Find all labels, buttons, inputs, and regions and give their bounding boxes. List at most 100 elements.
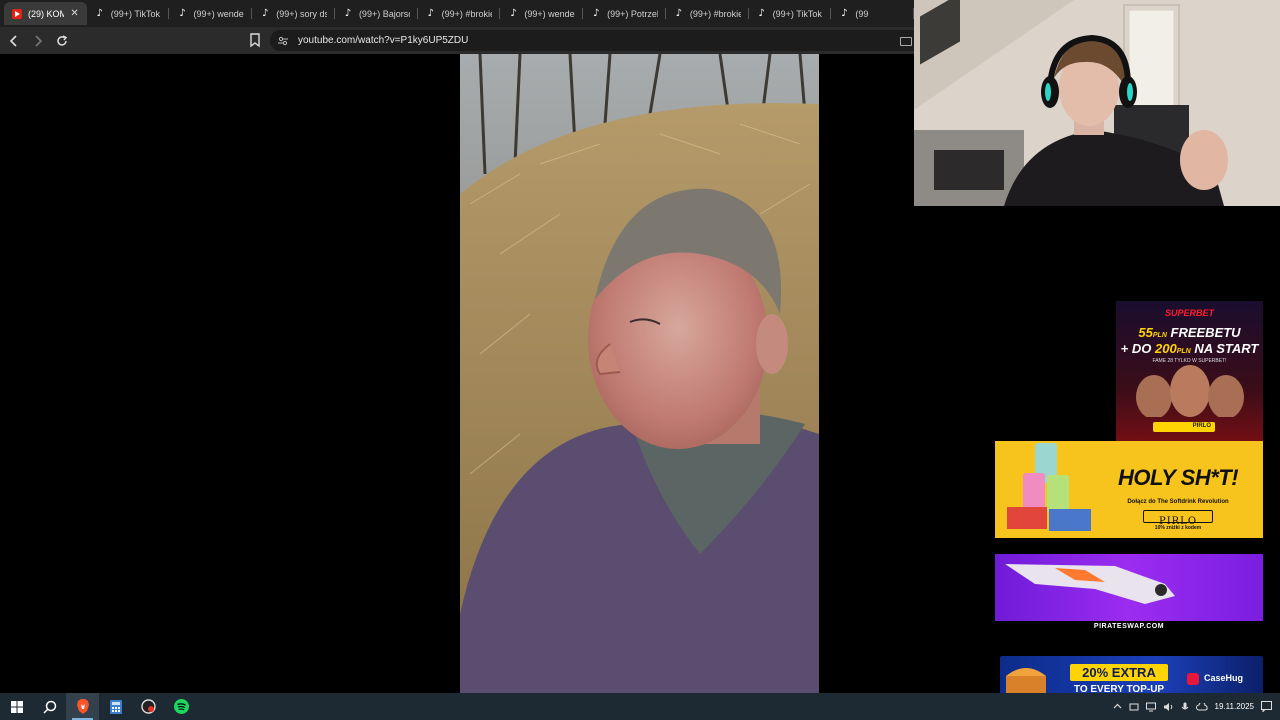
tab-title: (99+) #brokies	[441, 8, 493, 19]
cast-icon[interactable]	[900, 37, 912, 46]
rifle-body	[1005, 564, 1175, 604]
cloud-icon[interactable]	[1195, 702, 1208, 711]
chest-lid	[1006, 668, 1046, 676]
forward-button[interactable]	[28, 31, 48, 51]
superbet-code-box: PIRLO	[1153, 422, 1215, 432]
tab-title: (99+) wendered	[193, 8, 244, 19]
fighter-left	[1136, 375, 1172, 417]
superbet-line2-amount: 200	[1154, 341, 1177, 356]
chevron-right-icon	[35, 34, 43, 47]
casehug-line1: 20% EXTRA	[1082, 665, 1156, 680]
headset-right-light	[1127, 83, 1133, 101]
windows-logo-icon	[10, 700, 23, 713]
browser-tab-strip: (29) KOM ✕ ♪ (99+) TikTok - M ♪ (99+) wendere…	[0, 0, 914, 27]
tab-title: (99+) sory dswi	[276, 8, 327, 19]
superbet-ad[interactable]: SUPERBET 55PLN FREEBETU + DO 200PLN NA S…	[1116, 301, 1263, 448]
tab-title: (99+) Potrzeba	[607, 8, 658, 19]
close-tab-icon[interactable]: ✕	[70, 8, 78, 19]
reload-icon	[57, 34, 68, 46]
brave-lion-icon	[76, 699, 89, 714]
drink-cans-image	[1007, 443, 1091, 531]
video-player[interactable]	[460, 54, 819, 693]
tab[interactable]: ♪ (99	[831, 2, 914, 25]
network-icon[interactable]	[1145, 702, 1156, 712]
tiktok-icon: ♪	[179, 7, 186, 19]
search-icon	[42, 700, 56, 714]
tiktok-icon: ♪	[758, 7, 765, 19]
can-2	[1023, 473, 1045, 511]
pirateswap-ad[interactable]	[995, 554, 1263, 621]
superbet-line1: 55PLN FREEBETU	[1116, 325, 1263, 340]
holy-discount: 10% zniżki z kodem	[1154, 525, 1202, 531]
casehug-brand: CaseHug	[1204, 673, 1244, 683]
windows-taskbar: 19.11.2025	[0, 693, 1280, 720]
superbet-line1-text: FREEBETU	[1170, 325, 1241, 340]
clock-date[interactable]: 19.11.2025	[1215, 702, 1254, 711]
fighter-center	[1170, 365, 1210, 417]
tab[interactable]: ♪ (99+) #brokiest	[666, 2, 749, 25]
browser-toolbar: youtube.com/watch?v=P1ky6UP5ZDU	[0, 27, 914, 54]
tiktok-icon: ♪	[344, 7, 352, 19]
youtube-icon	[12, 8, 22, 19]
taskbar-recorder-app[interactable]	[132, 693, 165, 720]
tab[interactable]: ♪ (99+) TikTok - M	[749, 2, 832, 25]
tiktok-icon: ♪	[510, 7, 517, 19]
tiktok-icon: ♪	[96, 7, 103, 19]
microphone-icon[interactable]	[1181, 702, 1189, 712]
pirateswap-label[interactable]: PIRATESWAP.COM	[995, 621, 1263, 633]
box-2	[1049, 509, 1091, 531]
superbet-line2: + DO 200PLN NA START	[1116, 341, 1263, 356]
streamer-hand	[1180, 130, 1228, 190]
can-3	[1047, 475, 1069, 513]
recorder-icon	[141, 699, 156, 714]
taskbar-brave-browser[interactable]	[66, 693, 99, 720]
tab[interactable]: ♪ (99+) Bajorson	[335, 2, 418, 25]
tab[interactable]: ♪ (99+) #brokies	[418, 2, 501, 25]
door	[1128, 9, 1175, 121]
holy-headline: HOLY SH*T!	[1117, 465, 1239, 490]
tab-title: (99+) wendered	[524, 8, 575, 19]
chevron-up-icon[interactable]	[1113, 702, 1122, 711]
reload-button[interactable]	[52, 31, 72, 51]
tab[interactable]: ♪ (99+) wendered	[169, 2, 253, 25]
taskbar-calculator[interactable]	[99, 693, 132, 720]
address-bar[interactable]: youtube.com/watch?v=P1ky6UP5ZDU	[270, 30, 914, 51]
fighters-image	[1136, 365, 1244, 417]
tab[interactable]: ♪ (99+) Potrzeba	[583, 2, 666, 25]
search-button[interactable]	[33, 693, 66, 720]
holy-drink-ad[interactable]: HOLY SH*T! Dołącz do The Softdrink Revol…	[995, 441, 1263, 538]
tiktok-icon: ♪	[592, 7, 600, 19]
site-settings-icon[interactable]	[278, 36, 288, 46]
screen: (29) KOM ✕ ♪ (99+) TikTok - M ♪ (99+) wendere…	[0, 0, 1280, 720]
rifle-skin-image	[1005, 564, 1175, 604]
volume-icon[interactable]	[1163, 702, 1174, 712]
calculator-icon	[109, 699, 122, 714]
superbet-line1-amount: 55	[1138, 325, 1153, 340]
tab-active[interactable]: (29) KOM ✕	[4, 2, 87, 25]
start-button[interactable]	[0, 693, 33, 720]
tiktok-icon: ♪	[841, 7, 848, 19]
tab-title: (99+) Bajorson	[358, 8, 410, 19]
notifications-icon[interactable]	[1261, 701, 1272, 712]
rifle-muzzle	[1155, 584, 1167, 596]
superbet-line2-text: NA START	[1194, 341, 1259, 356]
tab[interactable]: ♪ (99+) wendered	[500, 2, 584, 25]
tab[interactable]: ♪ (99+) sory dswi	[252, 2, 335, 25]
tab-title: (29) KOM	[28, 8, 65, 19]
bookmark-icon[interactable]	[248, 32, 262, 48]
chevron-left-icon	[9, 34, 17, 47]
tiktok-icon: ♪	[675, 7, 683, 19]
tray-app-icon[interactable]	[1129, 702, 1139, 712]
webcam-overlay	[914, 0, 1280, 206]
tab-title: (99+) TikTok - M	[772, 8, 824, 19]
back-button[interactable]	[4, 31, 24, 51]
superbet-line1-unit: PLN	[1152, 332, 1167, 339]
taskbar-spotify[interactable]	[165, 693, 198, 720]
system-tray: 19.11.2025	[1113, 693, 1280, 720]
superbet-line2-prefix: + DO	[1120, 341, 1152, 356]
superbet-sub: FAME 28 TYLKO W SUPERBET!	[1152, 358, 1227, 364]
tiktok-icon: ♪	[262, 7, 269, 19]
tab[interactable]: ♪ (99+) TikTok - M	[87, 2, 170, 25]
box-1	[1007, 507, 1047, 529]
url-text[interactable]: youtube.com/watch?v=P1ky6UP5ZDU	[298, 35, 468, 46]
